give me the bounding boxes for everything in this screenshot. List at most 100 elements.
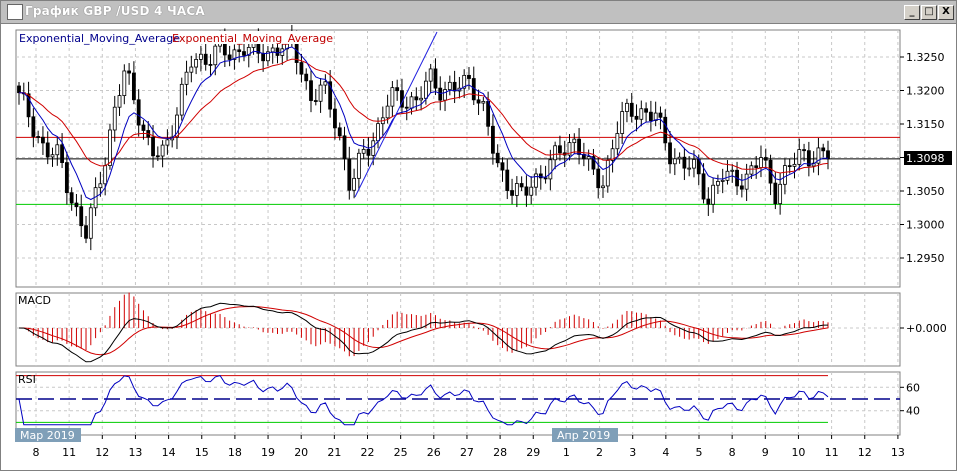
x-axis-label: 10 <box>791 446 805 459</box>
legend-slow-ema: Exponential_Moving_Average <box>172 32 333 45</box>
candle-body <box>395 87 400 92</box>
candle-body <box>706 198 711 205</box>
candle-body <box>356 152 361 179</box>
candle-body <box>510 190 514 196</box>
candle-body <box>423 80 428 99</box>
candle-body <box>524 186 529 196</box>
candle-body <box>433 68 438 89</box>
candle-body <box>476 99 481 104</box>
rsi-panel <box>15 371 901 436</box>
candle-body <box>763 157 768 161</box>
candle-body <box>529 186 534 196</box>
x-axis-label: 5 <box>696 446 703 459</box>
candle-body <box>404 106 409 109</box>
candle-body <box>783 165 787 185</box>
macd-label: MACD <box>18 294 51 307</box>
candle-body <box>376 123 380 142</box>
candle-body <box>644 108 648 113</box>
candle-body <box>481 101 486 104</box>
candle-body <box>227 54 232 60</box>
candle-body <box>500 162 505 171</box>
candle-body <box>677 156 682 160</box>
x-axis-label: 28 <box>493 446 507 459</box>
price-axis-label: 1.3200 <box>906 85 945 98</box>
x-axis-label: 25 <box>394 446 408 459</box>
rsi-axis-label: 40 <box>906 405 920 418</box>
x-axis-label: 8 <box>729 446 736 459</box>
candle-body <box>385 105 390 119</box>
candle-body <box>668 142 672 165</box>
candle-body <box>553 145 558 161</box>
price-axis-label: 1.3150 <box>906 118 945 131</box>
candle-body <box>720 179 725 182</box>
candle-body <box>352 177 356 191</box>
rsi-axis-label: 60 <box>906 381 920 394</box>
x-axis-label: 13 <box>128 446 142 459</box>
candle-body <box>534 173 538 188</box>
candle-body <box>390 87 395 107</box>
x-axis-label: 20 <box>294 446 308 459</box>
candle-body <box>629 102 634 117</box>
candle-body <box>615 133 620 150</box>
candle-body <box>792 163 797 167</box>
x-axis-label: 9 <box>762 446 769 459</box>
candle-body <box>371 140 376 156</box>
candle-body <box>347 158 352 191</box>
price-axis-label: 1.2950 <box>906 252 945 265</box>
candle-body <box>189 66 194 73</box>
candle-body <box>428 68 433 82</box>
candle-body <box>409 96 414 109</box>
candle-body <box>309 80 313 101</box>
candle-body <box>711 184 716 205</box>
candle-body <box>242 51 246 56</box>
candle-body <box>778 183 783 205</box>
candle-body <box>443 89 447 101</box>
candle-body <box>505 169 510 191</box>
legend-fast-ema: Exponential_Moving_Average <box>19 32 180 45</box>
candle-body <box>84 225 88 239</box>
candle-body <box>821 147 826 152</box>
candle-body <box>491 125 495 154</box>
candle-body <box>117 95 122 108</box>
candle-body <box>447 81 452 90</box>
candle-body <box>41 136 45 144</box>
x-axis-label: 14 <box>162 446 176 459</box>
candle-body <box>108 129 112 166</box>
candle-body <box>103 165 108 185</box>
x-axis-label: 3 <box>629 446 636 459</box>
macd-panel <box>15 292 901 367</box>
candle-body <box>151 136 155 157</box>
candle-body <box>802 149 806 152</box>
candle-body <box>318 84 323 102</box>
price-axis-label: 1.3000 <box>906 219 945 232</box>
candle-body <box>672 158 677 165</box>
price-axis-label: 1.3050 <box>906 185 945 198</box>
candle-body <box>543 177 548 180</box>
candle-body <box>605 160 610 187</box>
candle-body <box>31 116 36 137</box>
candle-body <box>213 45 218 66</box>
candle-body <box>754 165 759 168</box>
month-label: Апр 2019 <box>557 429 610 442</box>
candle-body <box>64 162 69 194</box>
candle-body <box>701 173 706 200</box>
x-axis-label: 26 <box>427 446 441 459</box>
candle-body <box>127 70 132 74</box>
price-chart[interactable]: 8 11 12 13 14 15 18 19 20 21 22 25 26 27 28 29 1 2 3 4 5 8 9 10… <box>0 0 957 471</box>
candle-body <box>366 148 371 156</box>
x-axis-label: 2 <box>596 446 603 459</box>
x-axis-label: 12 <box>858 446 872 459</box>
candle-body <box>419 97 424 101</box>
candle-body <box>50 154 55 158</box>
x-axis-label: 11 <box>62 446 76 459</box>
candle-body <box>548 159 553 180</box>
candle-body <box>337 127 342 137</box>
candle-body <box>749 165 754 175</box>
x-axis-label: 19 <box>261 446 275 459</box>
candle-body <box>74 202 79 208</box>
candle-body <box>739 185 744 190</box>
candle-body <box>160 144 165 157</box>
candle-body <box>519 183 524 188</box>
current-price-label: 1.3098 <box>906 152 945 165</box>
candle-body <box>620 111 625 134</box>
